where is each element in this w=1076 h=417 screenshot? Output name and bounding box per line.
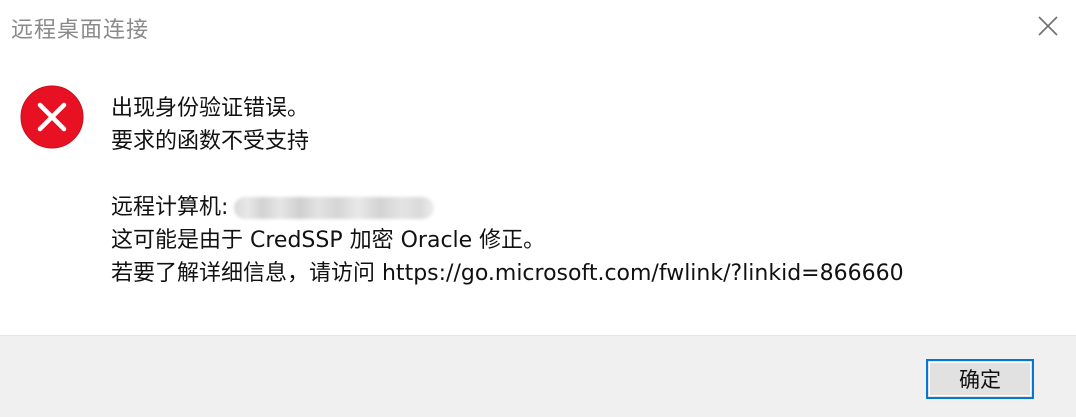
close-button[interactable] xyxy=(1034,12,1062,40)
detail-line-2: 若要了解详细信息，请访问 https://go.microsoft.com/fw… xyxy=(111,261,904,286)
error-message: 出现身份验证错误。 要求的函数不受支持 远程计算机: 这可能是由于 CredSS… xyxy=(111,92,904,290)
message-line-1: 出现身份验证错误。 xyxy=(111,96,310,121)
detail-line-1: 这可能是由于 CredSSP 加密 Oracle 修正。 xyxy=(111,228,546,253)
redacted-remote-computer xyxy=(234,196,435,219)
close-icon xyxy=(1038,16,1058,36)
window-title: 远程桌面连接 xyxy=(11,18,150,43)
dialog-footer: 确定 xyxy=(0,335,1076,417)
title-bar[interactable]: 远程桌面连接 xyxy=(0,0,1076,56)
remote-computer-label: 远程计算机: xyxy=(111,195,229,220)
remote-computer-row: 远程计算机: xyxy=(111,191,904,224)
error-icon xyxy=(20,85,84,149)
message-line-2: 要求的函数不受支持 xyxy=(111,129,310,154)
dialog-window: 远程桌面连接 出现身份验证错误。 要求的函数不受支持 远程计算机: 这可能是由于… xyxy=(0,0,1076,417)
ok-button[interactable]: 确定 xyxy=(926,359,1034,399)
